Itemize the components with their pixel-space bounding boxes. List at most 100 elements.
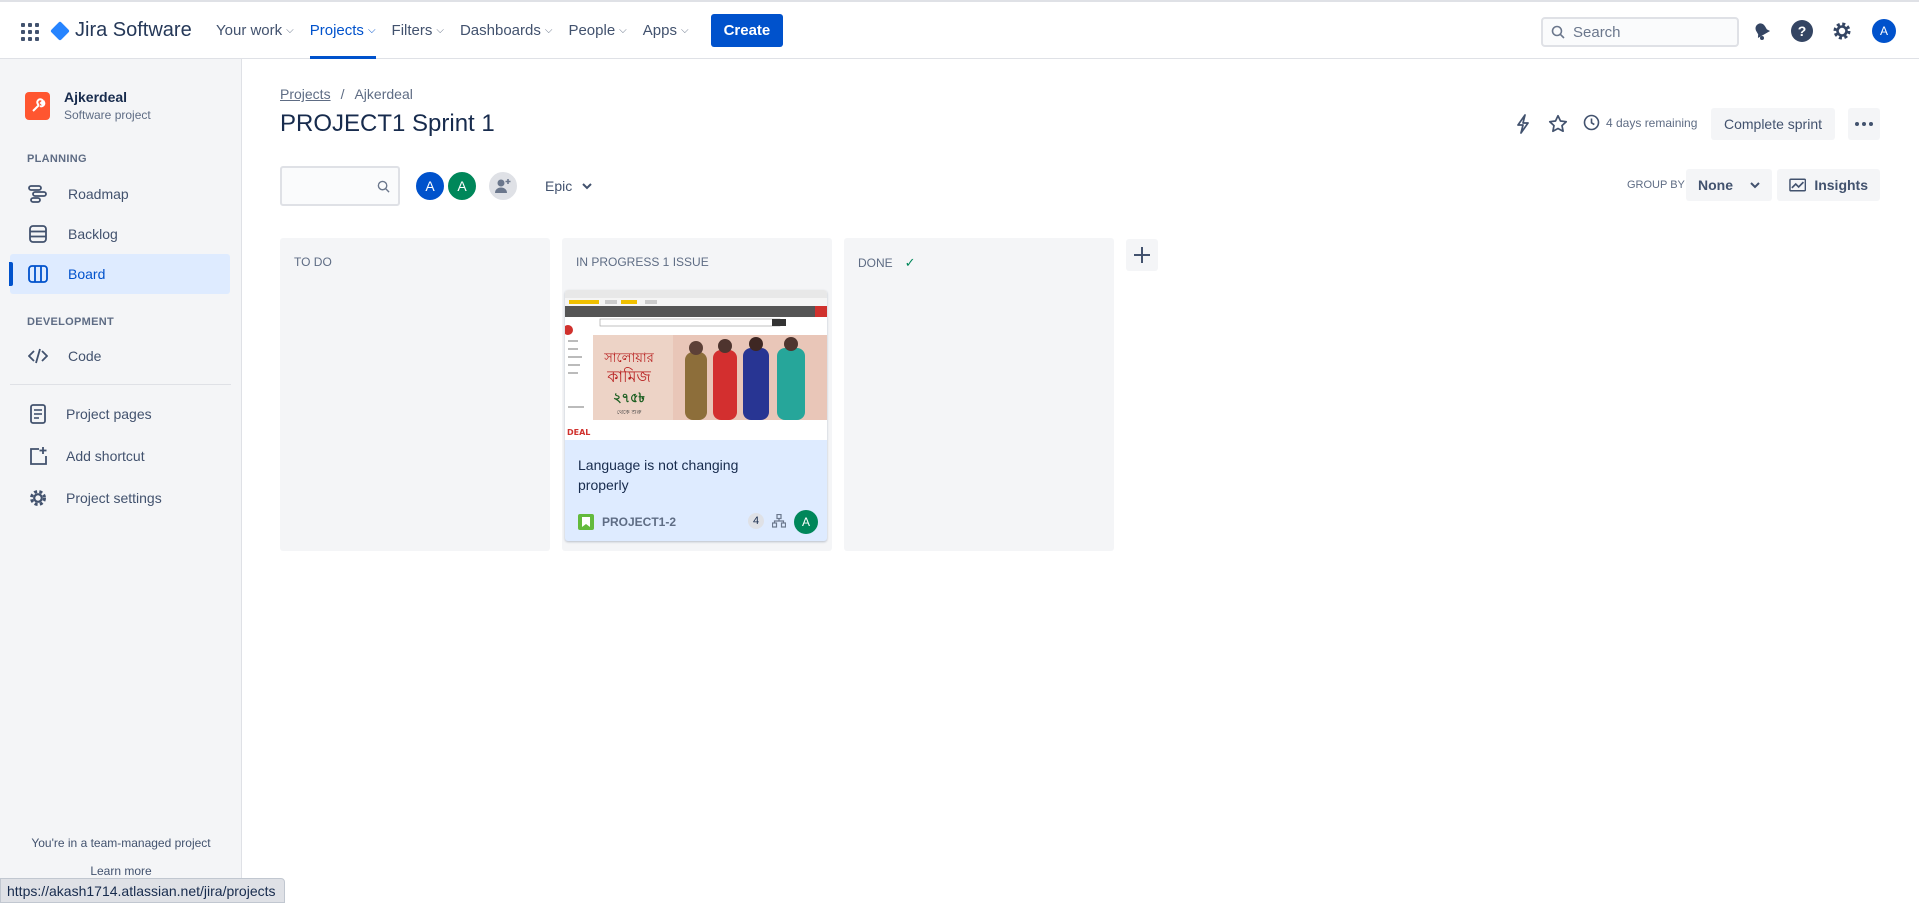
- assignee-filter-avatar[interactable]: A: [414, 170, 446, 202]
- nav-label: Projects: [309, 22, 364, 39]
- star-icon[interactable]: [1548, 114, 1568, 134]
- learn-more-link[interactable]: Learn more: [0, 864, 242, 878]
- chevron-down-icon: [582, 182, 592, 189]
- main-nav: Your work ⌵ Projects ⌵ Filters ⌵ Dashboards…: [208, 2, 784, 59]
- plus-icon: [1134, 247, 1150, 263]
- chevron-down-icon: ⌵: [680, 25, 689, 36]
- card-cover-image: সালোয়ার কামিজ ২৭৫৳ থেকে শুরু DEAL: [565, 290, 827, 440]
- nav-your-work[interactable]: Your work ⌵: [208, 2, 302, 59]
- remaining-text: 4 days remaining: [1606, 115, 1698, 130]
- chevron-down-icon: ⌵: [367, 25, 376, 36]
- banner-price: ২৭৫৳: [613, 391, 645, 406]
- nav-label: Filters: [391, 22, 433, 39]
- more-options-icon[interactable]: [1848, 108, 1880, 140]
- sidebar-item-project-settings[interactable]: Project settings: [10, 478, 230, 518]
- column-title: TO DO: [294, 255, 332, 269]
- nav-label: People: [568, 22, 616, 39]
- nav-filters[interactable]: Filters ⌵: [384, 2, 452, 59]
- add-column-button[interactable]: [1126, 239, 1158, 271]
- sidebar-item-label: Board: [68, 266, 106, 282]
- group-by-value: None: [1698, 177, 1733, 193]
- chevron-down-icon: ⌵: [619, 25, 627, 36]
- app-name: Jira Software: [75, 19, 192, 41]
- jira-logo[interactable]: Jira Software: [50, 19, 192, 42]
- project-header[interactable]: Ajkerdeal Software project: [25, 89, 151, 122]
- automation-lightning-icon[interactable]: [1514, 114, 1532, 134]
- nav-apps[interactable]: Apps ⌵: [635, 2, 697, 59]
- issue-card[interactable]: সালোয়ার কামিজ ২৭৫৳ থেকে শুরু DEAL Langu…: [565, 290, 827, 541]
- group-by-dropdown[interactable]: None: [1686, 169, 1772, 201]
- sidebar-item-roadmap[interactable]: Roadmap: [10, 174, 230, 214]
- card-footer: PROJECT1-2 4 A: [578, 510, 818, 534]
- roadmap-icon: [27, 183, 49, 205]
- board-column-todo: TO DO: [280, 238, 550, 551]
- settings-gear-icon[interactable]: [1830, 19, 1854, 43]
- insights-chart-icon: [1789, 178, 1807, 192]
- banner-price-note: থেকে শুরু: [617, 409, 642, 416]
- sidebar-item-label: Project pages: [66, 406, 152, 422]
- column-header: DONE ✓: [858, 255, 916, 271]
- project-type: Software project: [64, 108, 151, 122]
- board-search-input[interactable]: [280, 166, 400, 206]
- issue-key[interactable]: PROJECT1-2: [602, 515, 676, 529]
- board-column-done: DONE ✓: [844, 238, 1114, 551]
- column-header: IN PROGRESS 1 ISSUE: [576, 255, 709, 269]
- assignee-avatar[interactable]: A: [794, 510, 818, 534]
- sidebar-divider: [10, 384, 231, 385]
- development-section-label: DEVELOPMENT: [27, 316, 115, 328]
- column-header: TO DO: [294, 255, 332, 269]
- child-issues-icon: [771, 513, 787, 533]
- search-icon: [1551, 25, 1565, 39]
- nav-label: Apps: [642, 22, 677, 39]
- assignee-filter-avatar[interactable]: A: [446, 170, 478, 202]
- breadcrumb-current[interactable]: Ajkerdeal: [354, 86, 412, 102]
- sidebar-item-label: Roadmap: [68, 186, 129, 202]
- sidebar-item-backlog[interactable]: Backlog: [10, 214, 230, 254]
- sidebar-item-label: Code: [68, 348, 102, 364]
- app-switcher-icon[interactable]: [18, 20, 42, 44]
- epic-filter-dropdown[interactable]: Epic: [535, 166, 602, 206]
- pages-icon: [27, 403, 49, 425]
- search-icon: [377, 180, 390, 193]
- sidebar-item-label: Add shortcut: [66, 448, 145, 464]
- nav-people[interactable]: People ⌵: [560, 2, 634, 59]
- project-name: Ajkerdeal: [64, 89, 128, 105]
- chevron-down-icon: ⌵: [286, 25, 294, 36]
- sidebar-item-board[interactable]: Board: [9, 254, 230, 294]
- create-button[interactable]: Create: [710, 14, 784, 47]
- breadcrumb-projects-link[interactable]: Projects: [280, 86, 331, 102]
- nav-dashboards[interactable]: Dashboards ⌵: [452, 2, 560, 59]
- project-avatar-icon: [25, 91, 50, 120]
- nav-projects[interactable]: Projects ⌵: [302, 2, 384, 59]
- column-title: IN PROGRESS 1 ISSUE: [576, 255, 709, 269]
- sidebar-item-code[interactable]: Code: [10, 336, 230, 376]
- insights-button[interactable]: Insights: [1777, 169, 1880, 201]
- board-icon: [27, 263, 49, 285]
- page-title: PROJECT1 Sprint 1: [280, 110, 495, 137]
- sprint-remaining: 4 days remaining: [1583, 114, 1697, 131]
- epic-filter-label: Epic: [545, 178, 573, 194]
- deal-label: DEAL: [567, 428, 590, 437]
- status-bar-url: https://akash1714.atlassian.net/jira/pro…: [0, 878, 285, 903]
- column-title: DONE: [858, 256, 893, 270]
- nav-label: Dashboards: [459, 22, 541, 39]
- chevron-down-icon: ⌵: [544, 25, 553, 36]
- banner-text-1: সালোয়ার: [603, 351, 654, 366]
- help-icon[interactable]: ?: [1790, 19, 1814, 43]
- add-shortcut-icon: [27, 445, 49, 467]
- project-sidebar: Ajkerdeal Software project PLANNING Road…: [0, 59, 242, 903]
- search-input[interactable]: Search: [1541, 17, 1739, 47]
- team-managed-note: You're in a team-managed project: [31, 836, 211, 850]
- complete-sprint-button[interactable]: Complete sprint: [1711, 108, 1835, 140]
- add-people-icon[interactable]: [487, 170, 519, 202]
- planning-section-label: PLANNING: [27, 153, 87, 165]
- sidebar-item-add-shortcut[interactable]: Add shortcut: [10, 436, 230, 476]
- sidebar-item-project-pages[interactable]: Project pages: [10, 394, 230, 434]
- board-column-in-progress: IN PROGRESS 1 ISSUE সালোয়ার কামিজ ২৭৫৳ …: [562, 238, 832, 551]
- notifications-icon[interactable]: [1750, 19, 1774, 43]
- backlog-icon: [27, 223, 49, 245]
- user-avatar[interactable]: A: [1872, 19, 1896, 43]
- breadcrumb-separator: /: [340, 86, 345, 102]
- story-icon: [578, 514, 594, 530]
- breadcrumb: Projects / Ajkerdeal: [280, 86, 413, 102]
